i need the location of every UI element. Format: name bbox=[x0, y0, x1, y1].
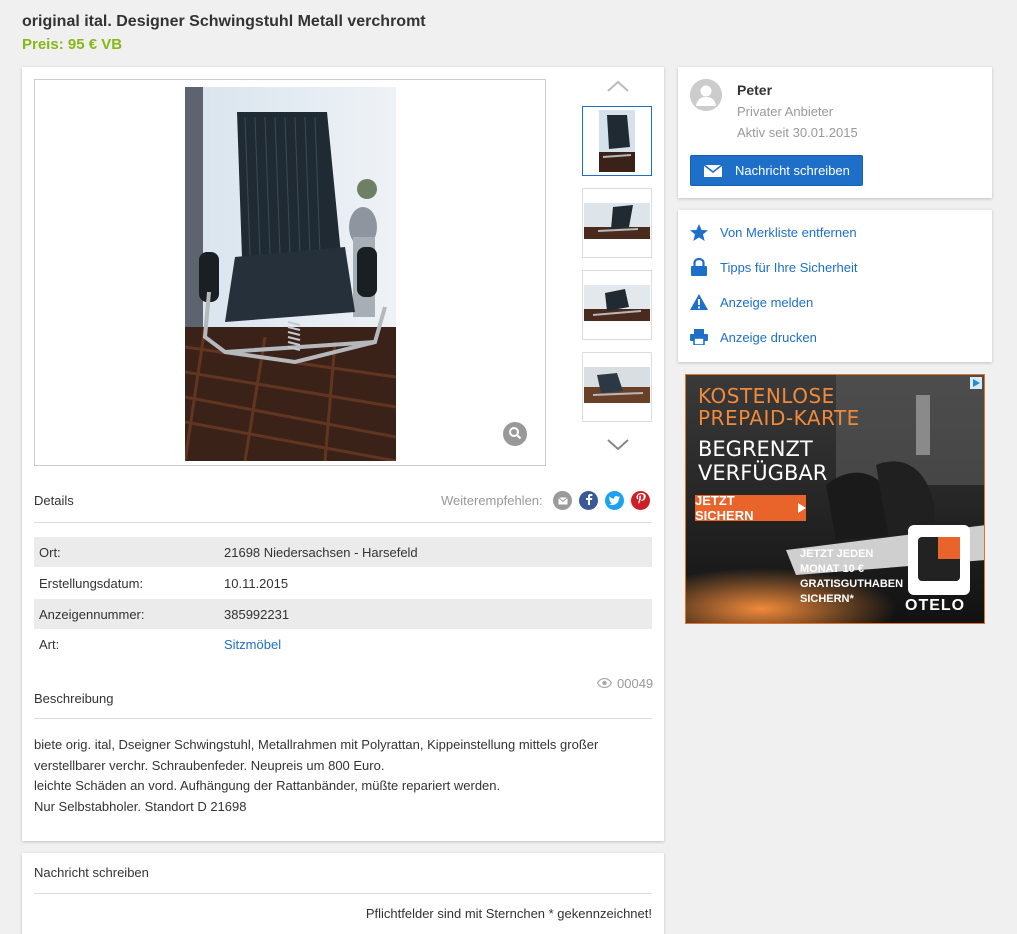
seller-name: Peter bbox=[737, 82, 773, 98]
description-text: biete orig. ital, Dseigner Schwingstuhl,… bbox=[34, 735, 634, 817]
detail-value: 10.11.2015 bbox=[224, 576, 289, 591]
thumbnail-4[interactable] bbox=[582, 352, 652, 422]
seller-type: Privater Anbieter bbox=[737, 104, 834, 119]
twitter-icon bbox=[609, 494, 620, 508]
view-counter: 00049 bbox=[596, 676, 654, 691]
adchoices-icon[interactable] bbox=[970, 377, 982, 389]
listing-main-card: Details Weiterempfehlen: Ort: 21698 Nied… bbox=[22, 67, 664, 841]
category-link[interactable]: Sitzmöbel bbox=[224, 637, 281, 652]
report-ad-link[interactable]: Anzeige melden bbox=[688, 290, 813, 314]
safety-tips-link[interactable]: Tipps für Ihre Sicherheit bbox=[688, 255, 858, 279]
detail-row-ad-number: Anzeigennummer: 385992231 bbox=[34, 599, 652, 629]
detail-label: Anzeigennummer: bbox=[39, 607, 145, 622]
print-ad-link[interactable]: Anzeige drucken bbox=[688, 325, 817, 349]
zoom-button[interactable] bbox=[503, 422, 527, 446]
ad-brand-logo: OTELO bbox=[905, 597, 966, 614]
advertisement-banner[interactable]: KOSTENLOSE PREPAID-KARTE BEGRENZT VERFÜG… bbox=[685, 374, 985, 624]
message-form-divider bbox=[34, 893, 652, 894]
description-heading: Beschreibung bbox=[34, 691, 114, 706]
ad-headline: KOSTENLOSE PREPAID-KARTE bbox=[698, 384, 860, 430]
share-email-button[interactable] bbox=[553, 491, 572, 510]
thumb-scroll-up-button[interactable] bbox=[604, 78, 632, 96]
details-heading: Details bbox=[34, 493, 74, 508]
listing-price: Preis: 95 € VB bbox=[22, 36, 123, 53]
message-form-heading: Nachricht schreiben bbox=[34, 865, 149, 880]
message-form-card: Nachricht schreiben Pflichtfelder sind m… bbox=[22, 853, 664, 934]
chevron-down-icon bbox=[606, 438, 630, 453]
listing-title: original ital. Designer Schwingstuhl Met… bbox=[22, 13, 426, 30]
main-photo-frame[interactable] bbox=[34, 79, 546, 466]
eye-icon bbox=[596, 676, 613, 691]
thumb-scroll-down-button[interactable] bbox=[604, 436, 632, 454]
details-divider bbox=[34, 522, 652, 523]
lock-icon bbox=[688, 258, 710, 276]
ad-subheadline: BEGRENZT VERFÜGBAR bbox=[698, 437, 828, 485]
avatar bbox=[690, 79, 722, 111]
description-line: leichte Schäden an vord. Aufhängung der … bbox=[34, 778, 501, 793]
detail-label: Art: bbox=[39, 637, 60, 652]
share-twitter-button[interactable] bbox=[605, 491, 624, 510]
facebook-icon bbox=[585, 493, 593, 508]
share-label: Weiterempfehlen: bbox=[441, 493, 543, 508]
share-pinterest-button[interactable] bbox=[631, 491, 650, 510]
thumbnail-3[interactable] bbox=[582, 270, 652, 340]
seller-active-since: Aktiv seit 30.01.2015 bbox=[737, 125, 858, 140]
required-fields-note: Pflichtfelder sind mit Sternchen * geken… bbox=[365, 906, 652, 921]
envelope-icon bbox=[557, 494, 568, 508]
write-message-label: Nachricht schreiben bbox=[735, 163, 850, 178]
main-photo[interactable] bbox=[185, 87, 396, 461]
seller-card: Peter Privater Anbieter Aktiv seit 30.01… bbox=[678, 67, 992, 198]
thumbnail-2[interactable] bbox=[582, 188, 652, 258]
play-arrow-icon bbox=[798, 503, 806, 513]
magnifier-icon bbox=[508, 426, 522, 443]
share-facebook-button[interactable] bbox=[579, 491, 598, 510]
detail-label: Ort: bbox=[39, 545, 61, 560]
description-line: biete orig. ital, Dseigner Schwingstuhl,… bbox=[34, 737, 599, 752]
detail-row-location: Ort: 21698 Niedersachsen - Harsefeld bbox=[34, 537, 652, 567]
warning-icon bbox=[688, 294, 710, 310]
detail-value: 21698 Niedersachsen - Harsefeld bbox=[224, 545, 418, 560]
view-count: 00049 bbox=[617, 676, 654, 691]
star-icon bbox=[688, 223, 710, 241]
remove-from-watchlist-link[interactable]: Von Merkliste entfernen bbox=[688, 220, 857, 244]
detail-row-category: Art: Sitzmöbel bbox=[34, 629, 652, 659]
description-line: Nur Selbstabholer. Standort D 21698 bbox=[34, 798, 247, 814]
write-message-button[interactable]: Nachricht schreiben bbox=[690, 155, 863, 186]
detail-value: 385992231 bbox=[224, 607, 290, 622]
actions-card: Von Merkliste entfernen Tipps für Ihre S… bbox=[678, 210, 992, 362]
ad-cta-button[interactable]: JETZT SICHERN bbox=[695, 493, 806, 523]
detail-row-created: Erstellungsdatum: 10.11.2015 bbox=[34, 568, 652, 598]
description-line: verstellbarer verchr. Schraubenfeder. Ne… bbox=[34, 757, 385, 773]
description-divider bbox=[34, 718, 652, 719]
pinterest-icon bbox=[636, 493, 646, 508]
envelope-icon bbox=[704, 164, 722, 177]
thumbnail-1[interactable] bbox=[582, 106, 652, 176]
detail-label: Erstellungsdatum: bbox=[39, 576, 144, 591]
ad-offer-text: JETZT JEDEN MONAT 10 € GRATISGUTHABEN SI… bbox=[800, 548, 904, 605]
chevron-up-icon bbox=[606, 80, 630, 95]
printer-icon bbox=[688, 329, 710, 345]
